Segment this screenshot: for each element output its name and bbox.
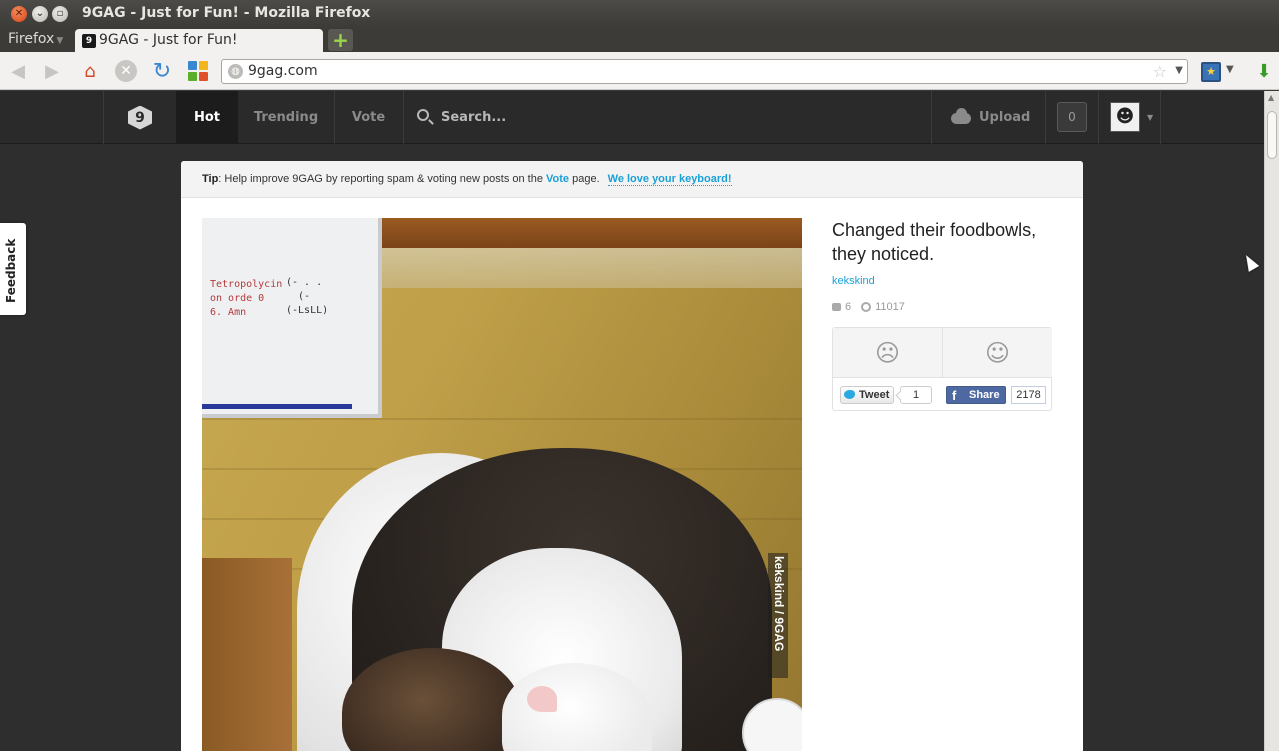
- new-tab-button[interactable]: +: [328, 29, 353, 51]
- scroll-thumb[interactable]: [1267, 111, 1277, 159]
- window-maximize-button[interactable]: ▫: [52, 6, 68, 22]
- feedback-tab[interactable]: Feedback: [0, 223, 26, 315]
- smile-icon: ☺: [984, 339, 1011, 367]
- bookmarks-dropdown-icon[interactable]: ▼: [1226, 64, 1234, 75]
- url-history-dropdown-icon[interactable]: ▼: [1175, 65, 1183, 76]
- firefox-menu-label: Firefox: [8, 31, 55, 47]
- forward-button[interactable]: ▶: [40, 59, 64, 83]
- tip-bar: Tip: Help improve 9GAG by reporting spam…: [181, 161, 1083, 198]
- 9gag-logo-icon: 9: [128, 105, 152, 130]
- feedback-label: Feedback: [4, 238, 18, 303]
- search-label: Search...: [441, 110, 507, 125]
- post-image[interactable]: Tetropolycin on orde 0 6. Amn (- . . (- …: [202, 218, 802, 751]
- browser-tab-active[interactable]: 9 9GAG - Just for Fun!: [75, 29, 323, 53]
- reload-icon[interactable]: ↻: [150, 59, 174, 84]
- menu-dropdown-icon: ▼: [56, 36, 64, 46]
- search-icon: [417, 109, 429, 121]
- keyboard-shortcuts-link[interactable]: We love your keyboard!: [607, 173, 732, 186]
- navigation-toolbar: ◀ ▶ ⌂ ✕ ↻ ◍ 9gag.com ☆ ▼ ★ ⬇: [0, 52, 1279, 90]
- upload-button[interactable]: Upload: [931, 91, 1045, 144]
- avatar-dropdown-icon[interactable]: ▼: [1147, 113, 1153, 122]
- twitter-bird-icon: [844, 390, 855, 399]
- tweet-count: 1: [900, 386, 932, 404]
- stop-button[interactable]: ✕: [114, 59, 138, 83]
- url-text: 9gag.com: [248, 63, 318, 79]
- shelf: [352, 218, 802, 248]
- page-viewport: 9 Hot Trending Vote Search... Upload 0 ☻…: [0, 91, 1264, 751]
- window-close-button[interactable]: ✕: [11, 6, 27, 22]
- tab-title: 9GAG - Just for Fun!: [99, 32, 238, 48]
- upvote-button[interactable]: ☺: [943, 328, 1052, 378]
- back-button[interactable]: ◀: [6, 59, 30, 83]
- window-minimize-button[interactable]: ⌄: [32, 6, 48, 22]
- bookmarks-button[interactable]: ★: [1199, 60, 1223, 84]
- site-favicon-icon: 9: [82, 34, 96, 48]
- home-icon[interactable]: ⌂: [78, 59, 102, 83]
- post-card: Tip: Help improve 9GAG by reporting spam…: [181, 161, 1083, 751]
- site-header: 9 Hot Trending Vote Search... Upload 0 ☻…: [0, 91, 1264, 144]
- points-icon: [861, 302, 872, 313]
- bookmarks-icon: ★: [1201, 62, 1221, 82]
- post-title[interactable]: Changed their foodbowls, they noticed.: [832, 218, 1062, 266]
- page-scrollbar[interactable]: ▲: [1264, 91, 1279, 751]
- stop-icon: ✕: [115, 60, 137, 82]
- comment-count[interactable]: 6: [845, 301, 851, 313]
- nav-trending[interactable]: Trending: [238, 91, 334, 144]
- notification-count-button[interactable]: 0: [1057, 102, 1087, 132]
- address-bar[interactable]: ◍ 9gag.com ☆ ▼: [221, 59, 1188, 84]
- nav-vote[interactable]: Vote: [334, 91, 403, 144]
- facebook-icon: f: [952, 388, 957, 403]
- image-watermark: kekskind / 9GAG: [768, 553, 788, 678]
- frown-icon: ☹: [874, 339, 901, 367]
- bookmark-star-icon[interactable]: ☆: [1153, 62, 1167, 81]
- tab-bar: Firefox ▼ 9 9GAG - Just for Fun! +: [0, 28, 1279, 53]
- window-title: 9GAG - Just for Fun! - Mozilla Firefox: [82, 5, 371, 21]
- upload-label: Upload: [979, 110, 1031, 125]
- scroll-up-icon[interactable]: ▲: [1268, 93, 1274, 102]
- firefox-menu-button[interactable]: Firefox ▼: [8, 31, 63, 47]
- whiteboard-writing-red: Tetropolycin on orde 0 6. Amn: [210, 279, 283, 318]
- whiteboard-writing-black: (- . . (- (-LsLL): [286, 277, 329, 316]
- tweet-button[interactable]: Tweet: [840, 386, 894, 404]
- vote-box: ☹ ☺ Tweet 1 f Share 2178: [832, 327, 1052, 411]
- tip-vote-link[interactable]: Vote: [546, 173, 569, 185]
- post-stats: 6 11017: [832, 301, 905, 313]
- share-label: Share: [969, 389, 1000, 401]
- whiteboard: Tetropolycin on orde 0 6. Amn (- . . (- …: [202, 218, 382, 418]
- watermark-text: kekskind / 9GAG: [772, 556, 786, 652]
- window-titlebar: ✕ ⌄ ▫ 9GAG - Just for Fun! - Mozilla Fir…: [0, 0, 1279, 28]
- search-button[interactable]: Search...: [403, 91, 563, 144]
- upload-cloud-icon: [951, 108, 973, 125]
- user-avatar[interactable]: ☻: [1110, 102, 1140, 132]
- post-author-link[interactable]: kekskind: [832, 275, 875, 287]
- facebook-share-button[interactable]: f Share: [946, 386, 1006, 404]
- 9gag-logo[interactable]: 9: [104, 91, 176, 144]
- tip-text: : Help improve 9GAG by reporting spam & …: [218, 173, 547, 185]
- tweet-label: Tweet: [859, 389, 890, 401]
- downloads-icon[interactable]: ⬇: [1252, 59, 1276, 83]
- speed-dial-icon[interactable]: [186, 59, 210, 83]
- points-count: 11017: [875, 301, 905, 313]
- tip-prefix: Tip: [202, 173, 219, 185]
- tip-text-after: page.: [569, 173, 600, 185]
- comment-icon: [832, 303, 841, 312]
- downvote-button[interactable]: ☹: [833, 328, 943, 378]
- nav-hot[interactable]: Hot: [176, 91, 238, 144]
- share-count: 2178: [1011, 386, 1046, 404]
- globe-icon: ◍: [228, 64, 243, 79]
